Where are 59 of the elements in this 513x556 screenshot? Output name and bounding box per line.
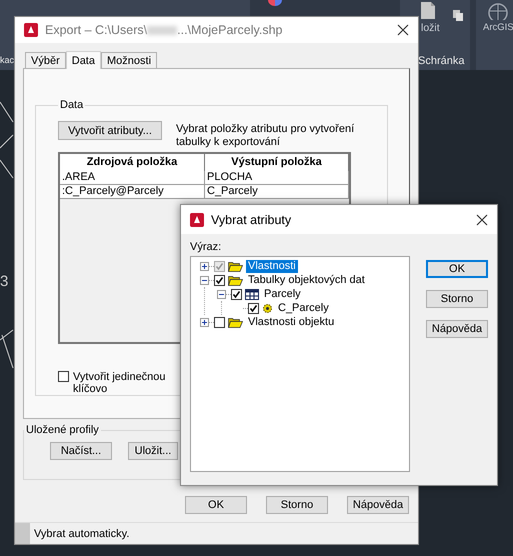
dialog-button[interactable]: Storno [266, 496, 328, 514]
tree-item[interactable]: Parcely [262, 288, 303, 300]
globe-icon[interactable] [487, 2, 509, 20]
dialog-button[interactable]: Nápověda [347, 496, 409, 514]
ribbon-button-label[interactable]: ložit [421, 22, 440, 34]
redaction-blur [147, 26, 178, 34]
checkbox-label[interactable]: Vytvořit jedinečnou klíčovo [73, 371, 177, 395]
column-header[interactable]: Výstupní položka [205, 154, 349, 172]
dialog-button[interactable]: OK [185, 496, 247, 514]
checkbox[interactable] [214, 316, 225, 328]
dialog-button[interactable]: Storno [426, 290, 488, 308]
copy-icon[interactable] [453, 10, 464, 22]
table-cell: PLOCHA [205, 171, 349, 185]
tab[interactable]: Výběr [25, 52, 66, 68]
tree-item[interactable]: Tabulky objektových dat [246, 274, 367, 286]
collapse-icon[interactable] [217, 290, 226, 298]
table-cell: :C_Parcely@Parcely [60, 185, 205, 199]
dialog-button[interactable]: Načíst... [50, 442, 112, 460]
dialog-button[interactable]: Uložit... [128, 442, 178, 460]
description-text: Vybrat položky atributu pro vytvoření tabulky k exportování [176, 123, 356, 149]
file-path: ...\MojeParcely.shp [177, 23, 282, 37]
create-attributes-button[interactable]: Vytvořit atributy... [58, 121, 162, 140]
close-icon[interactable] [476, 214, 488, 226]
group-title: Uložené profily [25, 424, 100, 436]
dialog-button[interactable]: OK [426, 260, 488, 278]
drawing-label: 3 [0, 273, 8, 290]
ribbon-button-label[interactable]: ArcGIS [483, 22, 513, 33]
folder-icon [228, 260, 243, 272]
folder-icon [228, 274, 243, 286]
status-text: Vybrat automaticky. [34, 528, 130, 540]
table-icon [245, 288, 259, 300]
tab[interactable]: Data [66, 51, 101, 69]
table-cell: C_Parcely [205, 185, 349, 199]
table-cell: .AREA [60, 171, 205, 185]
paste-icon[interactable] [420, 2, 436, 20]
close-icon[interactable] [397, 24, 409, 36]
checkbox[interactable] [58, 371, 69, 382]
app-logo-icon [190, 212, 204, 226]
collapse-icon[interactable] [200, 276, 209, 284]
group-title: Data [59, 99, 84, 111]
color-wheel-icon[interactable] [268, 0, 282, 6]
gear-icon [262, 302, 273, 314]
checkbox[interactable] [214, 274, 225, 286]
column-header[interactable]: Zdrojová položka [60, 154, 205, 172]
tree-item[interactable]: C_Parcely [276, 302, 331, 314]
tab[interactable]: Možnosti [101, 52, 158, 68]
window-title: Vybrat atributy [211, 212, 292, 226]
tree-item[interactable]: Vlastnosti objektu [246, 316, 336, 328]
expand-icon[interactable] [200, 318, 209, 326]
checkbox[interactable] [231, 288, 242, 300]
window-title: Export – C:\Users\ [45, 23, 148, 37]
status-indicator [15, 523, 30, 544]
checkbox[interactable] [248, 302, 259, 314]
app-logo-icon [24, 23, 38, 37]
panel-title: kac [0, 55, 14, 65]
field-label: Výraz: [190, 241, 222, 253]
dialog-button[interactable]: Nápověda [426, 320, 488, 338]
folder-icon [228, 316, 243, 328]
panel-title: Schránka [418, 55, 464, 67]
